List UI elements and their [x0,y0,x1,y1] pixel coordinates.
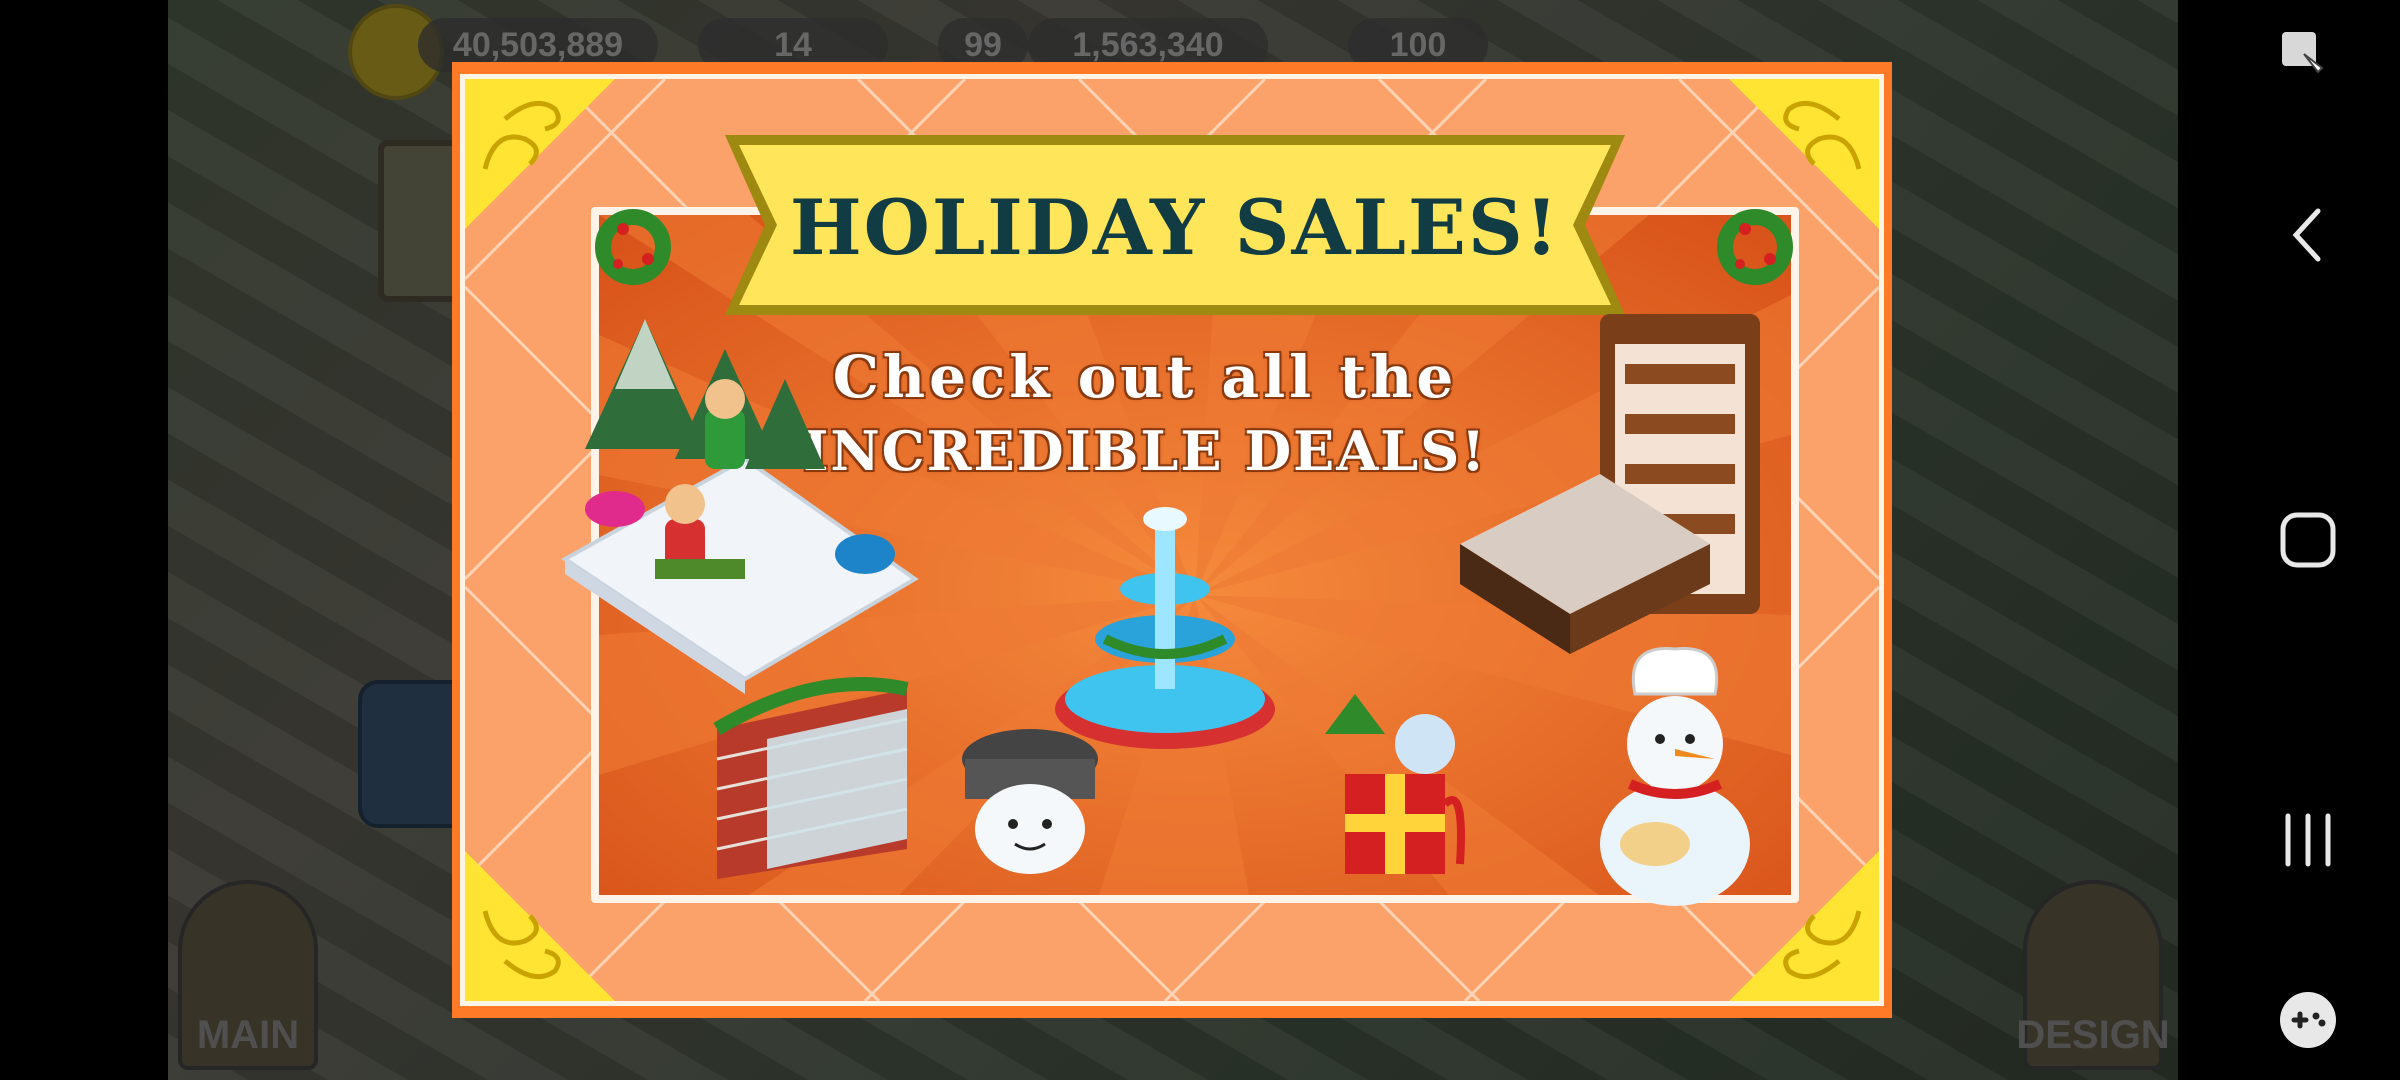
title-banner: HOLIDAY SALES! [725,121,1625,315]
wreath-right-icon [1717,209,1793,285]
gift-box-item [1325,694,1465,874]
home-icon[interactable] [2278,510,2338,570]
wreath-left-icon [595,209,671,285]
popup-title: HOLIDAY SALES! [789,183,1561,272]
chef-snowman-item [1600,647,1750,906]
recents-icon[interactable] [2278,810,2338,870]
screenshot-editor-icon[interactable] [2278,28,2328,88]
snowman-jar-item [962,729,1098,874]
sledding-hill-item [561,319,919,694]
android-nav-bar [2178,0,2400,1080]
bakery-display-case-item [1460,314,1760,654]
game-tools-icon[interactable] [2276,990,2340,1050]
holiday-sales-popup[interactable]: HOLIDAY SALES! Check out all the INCREDI… [452,62,1892,1018]
back-icon[interactable] [2288,205,2328,265]
popup-frame: HOLIDAY SALES! Check out all the INCREDI… [460,74,1884,1006]
brick-display-item [713,677,909,879]
